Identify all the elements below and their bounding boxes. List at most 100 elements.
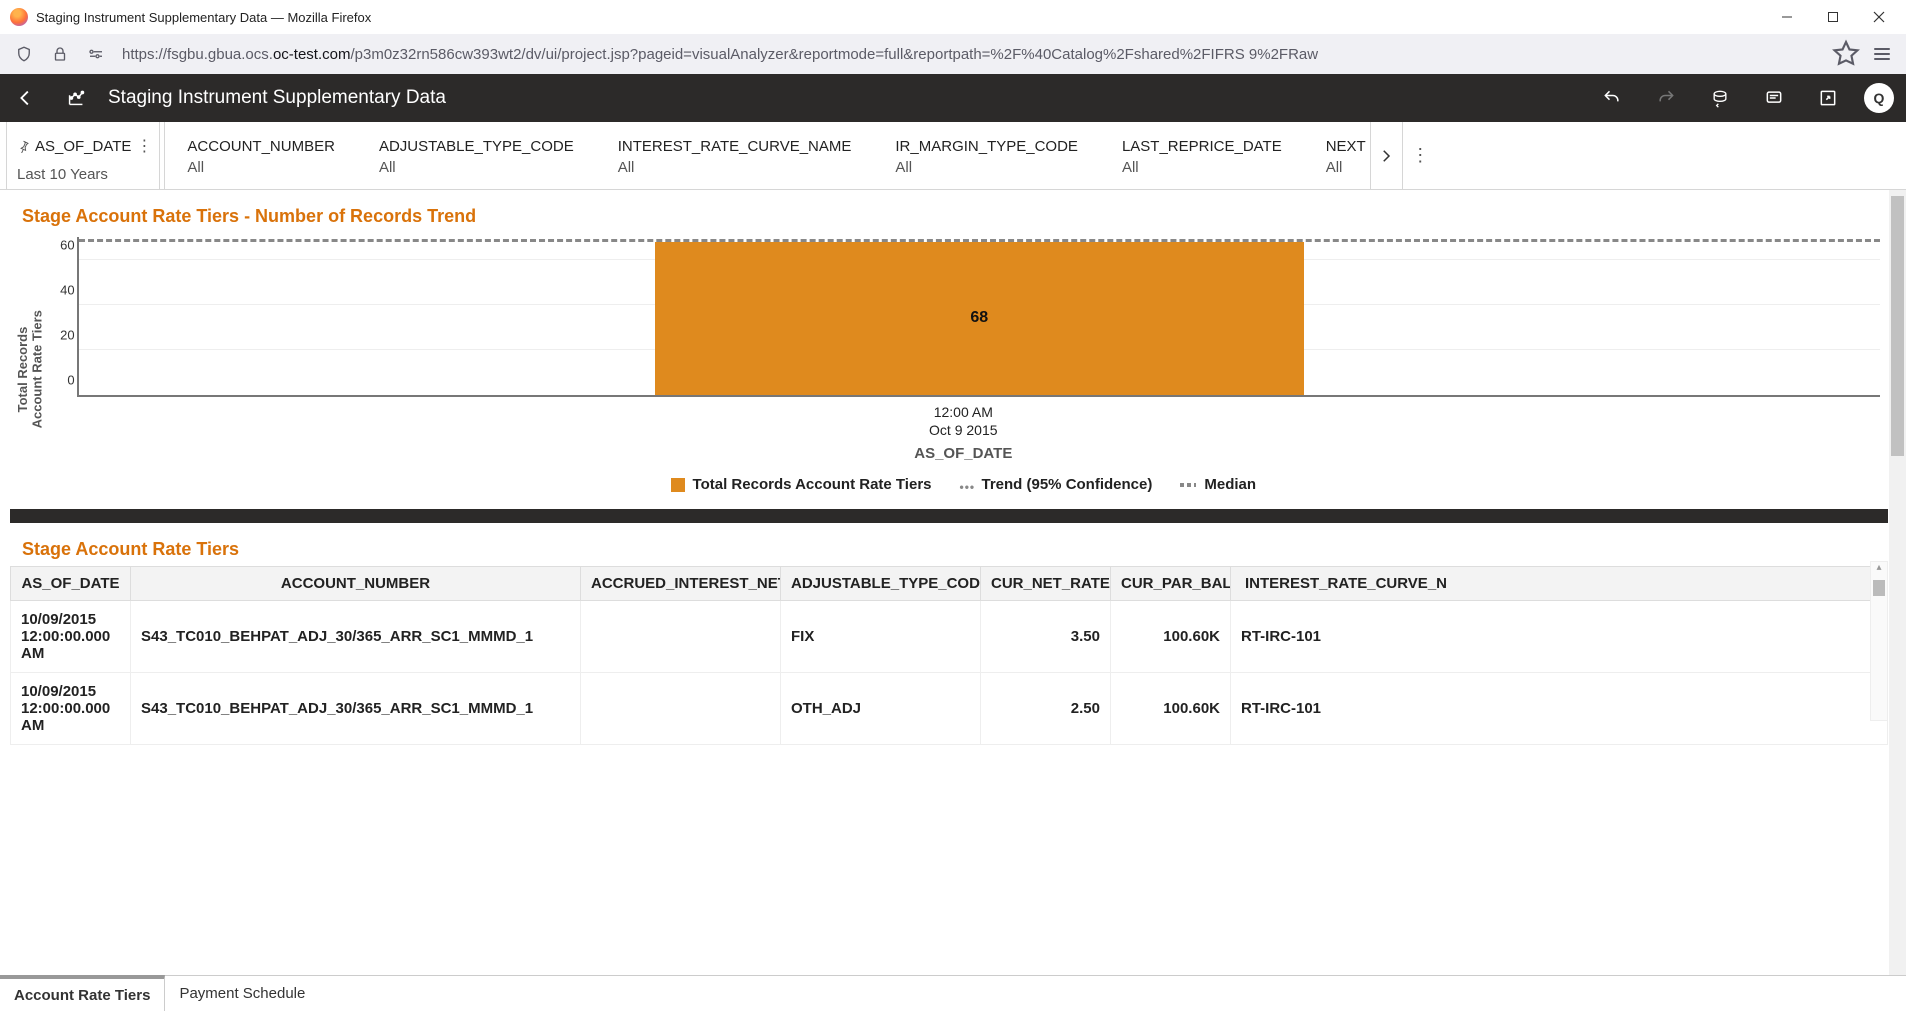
cell-accrued-interest-net — [581, 673, 781, 745]
cell-cur-par-bal: 100.60K — [1111, 601, 1231, 673]
col-header[interactable]: ACCRUED_INTEREST_NET — [581, 567, 781, 601]
cell-interest-rate-curve-n: RT-IRC-101 — [1231, 673, 1888, 745]
table-panel: Stage Account Rate Tiers AS_OF_DATE ACCO… — [10, 531, 1888, 745]
table-row[interactable]: 10/09/2015 12:00:00.000 AM S43_TC010_BEH… — [11, 601, 1888, 673]
legend-item[interactable]: Median — [1180, 476, 1256, 493]
y-tick: 0 — [49, 373, 75, 388]
y-tick: 60 — [49, 237, 75, 252]
filter-as-of-date[interactable]: AS_OF_DATE Last 10 Years — [6, 122, 160, 190]
pin-icon — [17, 139, 31, 153]
legend-item[interactable]: Total Records Account Rate Tiers — [671, 476, 932, 493]
filter-pin-menu[interactable] — [135, 130, 153, 162]
table-vertical-scrollbar[interactable]: ▴ — [1870, 561, 1888, 721]
chart-panel-title: Stage Account Rate Tiers - Number of Rec… — [10, 198, 1888, 233]
filter-value: All — [618, 159, 852, 176]
page-title: Staging Instrument Supplementary Data — [108, 87, 446, 109]
filter-name: INTEREST_RATE_CURVE_NAME — [618, 138, 852, 155]
col-header[interactable]: ADJUSTABLE_TYPE_CODE — [781, 567, 981, 601]
filter-scroll-right-button[interactable] — [1370, 122, 1402, 189]
bookmark-star-icon[interactable] — [1830, 38, 1862, 70]
filter-name: LAST_REPRICE_DATE — [1122, 138, 1282, 155]
filter-account-number[interactable]: ACCOUNT_NUMBER All — [165, 122, 357, 189]
legend-swatch-icon — [1180, 483, 1196, 487]
filter-name: NEXT — [1326, 138, 1366, 155]
cell-interest-rate-curve-n: RT-IRC-101 — [1231, 601, 1888, 673]
legend-item[interactable]: Trend (95% Confidence) — [960, 476, 1153, 493]
vertical-scrollbar[interactable] — [1889, 190, 1906, 975]
chart-y-axis-label: Total RecordsAccount Rate Tiers — [14, 237, 47, 501]
y-tick: 40 — [49, 282, 75, 297]
chart-plot-area[interactable]: 0 20 40 60 68 — [77, 237, 1880, 397]
refresh-data-button[interactable] — [1702, 80, 1738, 116]
shield-icon[interactable] — [8, 38, 40, 70]
filter-value: All — [379, 159, 574, 176]
workbook-icon — [58, 80, 94, 116]
table-panel-title: Stage Account Rate Tiers — [10, 531, 1888, 566]
back-button[interactable] — [8, 80, 44, 116]
col-header[interactable]: CUR_NET_RATE — [981, 567, 1111, 601]
cell-cur-net-rate: 3.50 — [981, 601, 1111, 673]
notes-button[interactable] — [1756, 80, 1792, 116]
window-maximize-button[interactable] — [1810, 1, 1856, 33]
tab-account-rate-tiers[interactable]: Account Rate Tiers — [0, 975, 165, 1011]
filter-adjustable-type-code[interactable]: ADJUSTABLE_TYPE_CODE All — [357, 122, 596, 189]
filter-value: All — [1122, 159, 1282, 176]
col-header[interactable]: INTEREST_RATE_CURVE_N — [1231, 567, 1888, 601]
window-close-button[interactable] — [1856, 1, 1902, 33]
permissions-icon[interactable] — [80, 38, 112, 70]
url-path: /p3m0z32rn586cw393wt2/dv/ui/project.jsp?… — [350, 46, 1318, 63]
filter-bar: AS_OF_DATE Last 10 Years ACCOUNT_NUMBER … — [0, 122, 1906, 190]
app-top-bar: Staging Instrument Supplementary Data Q — [0, 74, 1906, 122]
col-header[interactable]: CUR_PAR_BAL — [1111, 567, 1231, 601]
table-row[interactable]: 10/09/2015 12:00:00.000 AM S43_TC010_BEH… — [11, 673, 1888, 745]
filter-value: All — [1326, 159, 1366, 176]
cell-cur-net-rate: 2.50 — [981, 673, 1111, 745]
url-prefix: https://fsgbu.gbua.ocs. — [122, 46, 273, 63]
cell-accrued-interest-net — [581, 601, 781, 673]
legend-swatch-icon — [671, 478, 685, 492]
filter-name: ADJUSTABLE_TYPE_CODE — [379, 138, 574, 155]
filter-name: AS_OF_DATE — [35, 138, 131, 155]
workspace: Stage Account Rate Tiers - Number of Rec… — [0, 190, 1906, 975]
bar-value-label: 68 — [970, 309, 988, 327]
filter-value: Last 10 Years — [17, 166, 153, 183]
user-avatar[interactable]: Q — [1864, 83, 1894, 113]
filter-last-reprice-date[interactable]: LAST_REPRICE_DATE All — [1100, 122, 1304, 189]
legend-label: Total Records Account Rate Tiers — [693, 476, 932, 493]
lock-icon[interactable] — [44, 38, 76, 70]
legend-label: Median — [1204, 476, 1256, 493]
panel-divider — [10, 509, 1888, 523]
cell-adjustable-type-code: OTH_ADJ — [781, 673, 981, 745]
export-button[interactable] — [1810, 80, 1846, 116]
x-tick-line1: 12:00 AM — [934, 404, 993, 420]
scroll-up-arrow-icon[interactable]: ▴ — [1871, 562, 1887, 573]
tab-payment-schedule[interactable]: Payment Schedule — [165, 976, 319, 1011]
chart-x-axis-label: AS_OF_DATE — [47, 445, 1880, 462]
bottom-tab-bar: Account Rate Tiers Payment Schedule — [0, 975, 1906, 1011]
filter-value: All — [187, 159, 335, 176]
cell-adjustable-type-code: FIX — [781, 601, 981, 673]
col-header[interactable]: AS_OF_DATE — [11, 567, 131, 601]
legend-swatch-icon — [960, 478, 974, 492]
filter-ir-margin-type-code[interactable]: IR_MARGIN_TYPE_CODE All — [873, 122, 1100, 189]
browser-menu-button[interactable] — [1866, 38, 1898, 70]
chart-x-tick: 12:00 AM Oct 9 2015 — [47, 403, 1880, 439]
address-bar[interactable]: https://fsgbu.gbua.ocs.oc-test.com/p3m0z… — [116, 38, 1826, 70]
y-tick: 20 — [49, 327, 75, 342]
filter-bar-menu[interactable] — [1402, 122, 1438, 189]
browser-address-row: https://fsgbu.gbua.ocs.oc-test.com/p3m0z… — [0, 34, 1906, 74]
legend-label: Trend (95% Confidence) — [982, 476, 1153, 493]
chart-bar[interactable]: 68 — [655, 242, 1304, 395]
window-title: Staging Instrument Supplementary Data — … — [36, 10, 371, 25]
chart-legend: Total Records Account Rate Tiers Trend (… — [47, 476, 1880, 501]
col-header[interactable]: ACCOUNT_NUMBER — [131, 567, 581, 601]
filter-interest-rate-curve-name[interactable]: INTEREST_RATE_CURVE_NAME All — [596, 122, 874, 189]
undo-button[interactable] — [1594, 80, 1630, 116]
window-minimize-button[interactable] — [1764, 1, 1810, 33]
filter-next-truncated[interactable]: NEXT All — [1304, 122, 1370, 189]
filter-name: ACCOUNT_NUMBER — [187, 138, 335, 155]
x-tick-line2: Oct 9 2015 — [929, 422, 998, 438]
redo-button[interactable] — [1648, 80, 1684, 116]
data-table[interactable]: AS_OF_DATE ACCOUNT_NUMBER ACCRUED_INTERE… — [10, 566, 1888, 745]
filter-name: IR_MARGIN_TYPE_CODE — [895, 138, 1078, 155]
